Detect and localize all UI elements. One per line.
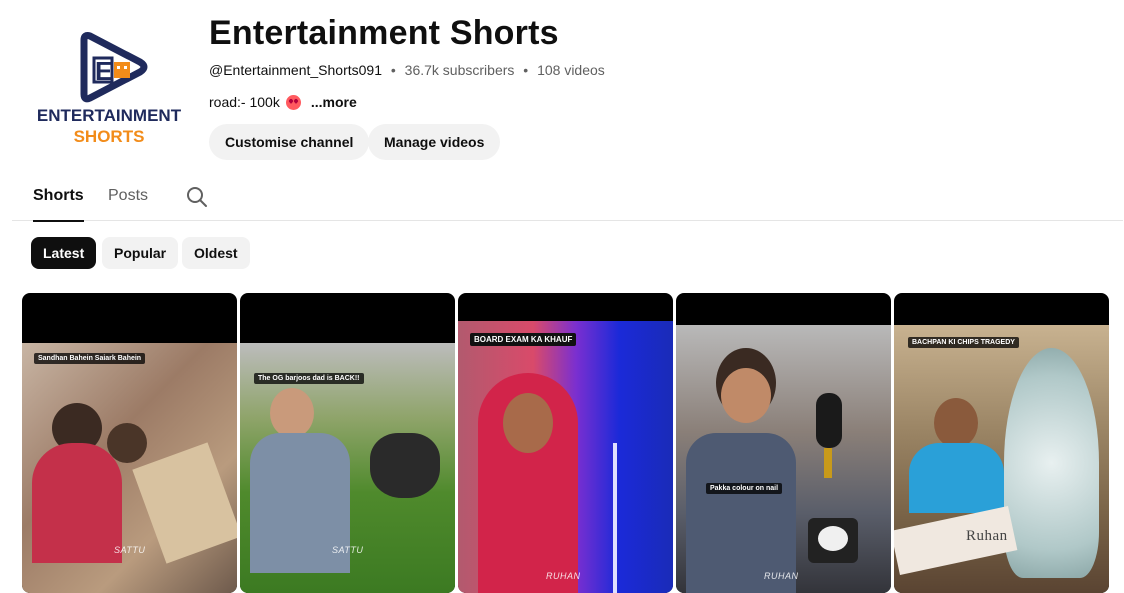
heart-eyes-emoji-icon bbox=[285, 94, 301, 110]
short-thumbnail[interactable]: Sandhan Bahein Saiark Bahein SATTU bbox=[22, 293, 237, 593]
short-caption: Pakka colour on nail bbox=[706, 483, 783, 494]
short-thumbnail[interactable]: BOARD EXAM KA KHAUF RUHAN bbox=[458, 293, 673, 593]
channel-meta: @Entertainment_Shorts091 • 36.7k subscri… bbox=[209, 62, 605, 78]
chip-popular[interactable]: Popular bbox=[102, 237, 179, 269]
meta-separator: • bbox=[390, 62, 396, 78]
channel-tabs: Shorts Posts bbox=[12, 178, 1123, 222]
logo-text-line1: ENTERTAINMENT bbox=[37, 106, 182, 125]
short-watermark: RUHAN bbox=[546, 571, 581, 581]
manage-videos-button[interactable]: Manage videos bbox=[368, 124, 501, 160]
short-caption: BOARD EXAM KA KHAUF bbox=[470, 333, 577, 346]
short-caption: Sandhan Bahein Saiark Bahein bbox=[34, 353, 146, 364]
chip-latest[interactable]: Latest bbox=[31, 237, 97, 269]
chip-oldest[interactable]: Oldest bbox=[182, 237, 250, 269]
short-caption: The OG barjoos dad is BACK!! bbox=[254, 373, 364, 384]
channel-handle: @Entertainment_Shorts091 bbox=[209, 62, 382, 78]
short-watermark: SATTU bbox=[332, 545, 364, 555]
short-watermark: Ruhan bbox=[966, 528, 1008, 544]
more-link[interactable]: ...more bbox=[311, 94, 357, 110]
short-caption: BACHPAN KI CHIPS TRAGEDY bbox=[908, 337, 1019, 348]
short-thumbnail[interactable]: The OG barjoos dad is BACK!! SATTU bbox=[240, 293, 455, 593]
channel-title: Entertainment Shorts bbox=[209, 14, 559, 52]
tab-posts[interactable]: Posts bbox=[108, 187, 148, 205]
short-watermark: RUHAN bbox=[764, 571, 799, 581]
short-watermark: SATTU bbox=[114, 545, 146, 555]
search-icon[interactable] bbox=[186, 186, 208, 208]
channel-avatar[interactable]: E ENTERTAINMENT SHORTS bbox=[22, 22, 197, 167]
subscriber-count: 36.7k subscribers bbox=[404, 62, 515, 78]
customise-channel-button[interactable]: Customise channel bbox=[209, 124, 370, 160]
logo-mark: E bbox=[95, 56, 112, 86]
channel-description[interactable]: road:- 100k ...more bbox=[209, 94, 357, 110]
tab-shorts[interactable]: Shorts bbox=[33, 187, 84, 222]
video-count: 108 videos bbox=[537, 62, 605, 78]
short-thumbnail[interactable]: BACHPAN KI CHIPS TRAGEDY Ruhan bbox=[894, 293, 1109, 593]
logo-text-line2: SHORTS bbox=[74, 127, 145, 146]
description-text: road:- 100k bbox=[209, 94, 280, 110]
meta-separator: • bbox=[523, 62, 529, 78]
short-thumbnail[interactable]: Pakka colour on nail RUHAN bbox=[676, 293, 891, 593]
